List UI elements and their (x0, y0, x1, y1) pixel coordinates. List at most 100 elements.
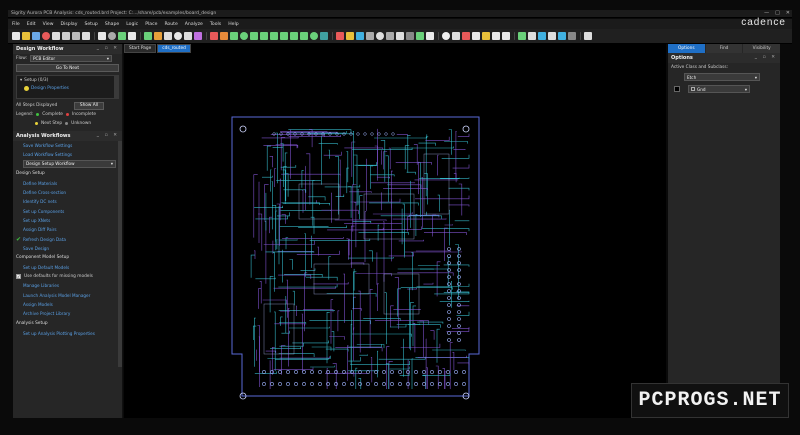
save-workflow-link[interactable]: Save Workflow Settings (13, 141, 122, 150)
toolbar-tool-icon[interactable] (144, 32, 152, 40)
load-workflow-link[interactable]: Load Workflow Settings (13, 150, 122, 159)
workflow-step[interactable]: Assign Models (13, 300, 122, 309)
toolbar-tool-icon[interactable] (426, 32, 434, 40)
toolbar-tool-icon[interactable] (310, 32, 318, 40)
toolbar-tool-icon[interactable] (472, 32, 480, 40)
show-all-button[interactable]: Show All (74, 101, 104, 110)
workflow-step[interactable]: Set up XNets (13, 216, 122, 225)
toolbar-tool-icon[interactable] (42, 32, 50, 40)
toolbar-tool-icon[interactable] (386, 32, 394, 40)
color-swatch[interactable] (674, 86, 680, 92)
flow-select[interactable]: PCB Editor ▾ (30, 55, 113, 62)
toolbar-tool-icon[interactable] (210, 32, 218, 40)
tree-root[interactable]: ▾ Setup (0/3) (17, 76, 118, 84)
toolbar-tool-icon[interactable] (290, 32, 298, 40)
menu-logic[interactable]: Logic (126, 22, 138, 27)
workflow-step[interactable]: Define Materials (13, 179, 122, 188)
workflow-select[interactable]: Design Setup Workflow ▾ (23, 159, 116, 168)
toolbar-tool-icon[interactable] (356, 32, 364, 40)
tab-find[interactable]: Find (705, 44, 743, 53)
toolbar-tool-icon[interactable] (98, 32, 106, 40)
workflow-step[interactable]: Save Design (13, 244, 122, 253)
toolbar-tool-icon[interactable] (548, 32, 556, 40)
toolbar-tool-icon[interactable] (12, 32, 20, 40)
toolbar-tool-icon[interactable] (528, 32, 536, 40)
toolbar-tool-icon[interactable] (250, 32, 258, 40)
toolbar-tool-icon[interactable] (442, 32, 450, 40)
toolbar-tool-icon[interactable] (260, 32, 268, 40)
toolbar-tool-icon[interactable] (568, 32, 576, 40)
toolbar-tool-icon[interactable] (164, 32, 172, 40)
toolbar-tool-icon[interactable] (558, 32, 566, 40)
toolbar-tool-icon[interactable] (346, 32, 354, 40)
menu-display[interactable]: Display (61, 22, 78, 27)
menu-analyze[interactable]: Analyze (185, 22, 203, 27)
toolbar-tool-icon[interactable] (184, 32, 192, 40)
toolbar-tool-icon[interactable] (240, 32, 248, 40)
menu-file[interactable]: File (12, 22, 20, 27)
menu-shape[interactable]: Shape (105, 22, 119, 27)
pcb-canvas[interactable]: Start Page cds_routed (124, 44, 666, 418)
analysis-scrollbar[interactable] (118, 141, 122, 367)
tab-options[interactable]: Options (668, 44, 705, 53)
toolbar-tool-icon[interactable] (320, 32, 328, 40)
toolbar-tool-icon[interactable] (128, 32, 136, 40)
menu-place[interactable]: Place (145, 22, 157, 27)
toolbar-tool-icon[interactable] (366, 32, 374, 40)
toolbar-tool-icon[interactable] (194, 32, 202, 40)
panel-controls-3[interactable]: _ ▫ ✕ (755, 55, 777, 60)
toolbar-tool-icon[interactable] (482, 32, 490, 40)
toolbar-tool-icon[interactable] (72, 32, 80, 40)
toolbar-tool-icon[interactable] (220, 32, 228, 40)
toolbar-tool-icon[interactable] (376, 32, 384, 40)
workflow-step[interactable]: Define Cross-section (13, 188, 122, 197)
menu-setup[interactable]: Setup (84, 22, 97, 27)
go-to-next-button[interactable]: Go To Next (16, 64, 119, 72)
workflow-step[interactable]: Assign Diff Pairs (13, 225, 122, 234)
menu-route[interactable]: Route (164, 22, 177, 27)
defaults-checkbox-row[interactable]: ✓ Use defaults for missing models (13, 272, 122, 281)
minimize-button[interactable]: — (764, 10, 769, 16)
tree-scrollbar[interactable] (114, 76, 118, 98)
panel-controls[interactable]: _ ▫ ✕ (97, 46, 119, 51)
toolbar-tool-icon[interactable] (174, 32, 182, 40)
toolbar-tool-icon[interactable] (502, 32, 510, 40)
toolbar-tool-icon[interactable] (118, 32, 126, 40)
close-button[interactable]: ✕ (786, 10, 790, 16)
maximize-button[interactable]: □ (775, 10, 780, 16)
toolbar-tool-icon[interactable] (396, 32, 404, 40)
workflow-step[interactable]: Identify DC nets (13, 197, 122, 206)
toolbar-tool-icon[interactable] (108, 32, 116, 40)
workflow-step[interactable]: Manage Libraries (13, 281, 122, 290)
toolbar-tool-icon[interactable] (518, 32, 526, 40)
menu-view[interactable]: View (43, 22, 54, 27)
toolbar-tool-icon[interactable] (406, 32, 414, 40)
tree-child[interactable]: Design Properties (17, 84, 118, 93)
workflow-step[interactable]: Launch Analysis Model Manager (13, 291, 122, 300)
toolbar-tool-icon[interactable] (154, 32, 162, 40)
toolbar-tool-icon[interactable] (462, 32, 470, 40)
toolbar-tool-icon[interactable] (584, 32, 592, 40)
workflow-step[interactable]: Archive Project Library (13, 309, 122, 318)
menu-edit[interactable]: Edit (27, 22, 36, 27)
workflow-step[interactable]: Set up Default Models (13, 263, 122, 272)
toolbar-tool-icon[interactable] (452, 32, 460, 40)
toolbar-tool-icon[interactable] (230, 32, 238, 40)
subclass-select[interactable]: Gnd ▾ (688, 85, 750, 93)
toolbar-tool-icon[interactable] (416, 32, 424, 40)
workflow-step[interactable]: ✔ Refresh Design Data (13, 234, 122, 243)
class-select[interactable]: Etch ▾ (684, 73, 760, 81)
workflow-step[interactable]: Set up Components (13, 206, 122, 215)
toolbar-tool-icon[interactable] (32, 32, 40, 40)
toolbar-tool-icon[interactable] (52, 32, 60, 40)
tab-visibility[interactable]: Visibility (743, 44, 781, 53)
menu-help[interactable]: Help (228, 22, 238, 27)
toolbar-tool-icon[interactable] (62, 32, 70, 40)
checkbox[interactable]: ✓ (16, 274, 21, 280)
workflow-step[interactable]: Set up Analysis Plotting Properties (13, 328, 122, 337)
panel-controls-2[interactable]: _ ▫ ✕ (97, 133, 119, 138)
toolbar-tool-icon[interactable] (492, 32, 500, 40)
toolbar-tool-icon[interactable] (270, 32, 278, 40)
pcb-board[interactable] (124, 44, 666, 418)
menu-tools[interactable]: Tools (210, 22, 221, 27)
